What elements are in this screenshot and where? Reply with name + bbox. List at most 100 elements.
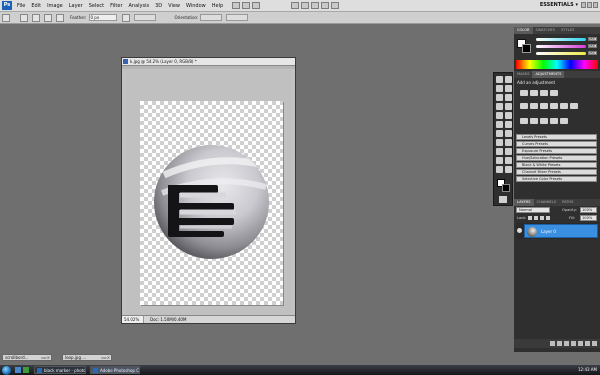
preset-exposure[interactable]: Exposure Presets	[516, 148, 597, 154]
blur-tool-icon[interactable]	[496, 130, 503, 137]
marquee-tool-icon[interactable]	[2, 13, 10, 22]
quicklaunch-icon-1[interactable]	[15, 367, 21, 373]
document-tab[interactable]: k.jpg @ 54.2% (Layer 0, RGB/8) *	[122, 58, 295, 66]
type-tool-icon[interactable]	[505, 139, 512, 146]
transparent-canvas[interactable]	[140, 101, 283, 305]
layer-mask-icon[interactable]	[564, 341, 569, 346]
menu-filter[interactable]: Filter	[107, 3, 125, 9]
tab-styles[interactable]: STYLES	[558, 27, 577, 34]
delete-layer-icon[interactable]	[592, 341, 597, 346]
path-select-icon[interactable]	[496, 148, 503, 155]
pen-tool-icon[interactable]	[496, 139, 503, 146]
tab-channels[interactable]: CHANNELS	[534, 199, 560, 206]
dodge-tool-icon[interactable]	[505, 130, 512, 137]
lock-all-icon[interactable]	[546, 216, 550, 220]
tab-masks[interactable]: MASKS	[514, 71, 532, 78]
clone-stamp-icon[interactable]	[496, 112, 503, 119]
menu-help[interactable]: Help	[209, 3, 226, 9]
brush-tool-icon[interactable]	[505, 103, 512, 110]
anti-alias-checkbox[interactable]	[122, 13, 131, 22]
brightness-contrast-icon[interactable]	[520, 90, 528, 96]
menu-layer[interactable]: Layer	[66, 3, 86, 9]
canvas-pasteboard[interactable]	[126, 70, 292, 315]
menu-analysis[interactable]: Analysis	[126, 3, 153, 9]
levels-icon[interactable]	[530, 90, 538, 96]
lasso-tool-icon[interactable]	[496, 85, 503, 92]
history-brush-icon[interactable]	[505, 112, 512, 119]
lock-position-icon[interactable]	[540, 216, 544, 220]
hand-tool-icon[interactable]	[496, 166, 503, 173]
menu-edit[interactable]: Edit	[28, 3, 44, 9]
black-white-icon[interactable]	[550, 103, 558, 109]
background-color-swatch[interactable]	[502, 184, 510, 192]
tab-color[interactable]: COLOR	[514, 27, 533, 34]
start-button[interactable]	[2, 365, 11, 375]
yellow-value[interactable]: 255	[588, 51, 597, 55]
minimize-icon[interactable]	[581, 2, 586, 8]
menu-image[interactable]: Image	[44, 3, 66, 9]
threshold-icon[interactable]	[540, 118, 548, 124]
3d-rotate-icon[interactable]	[496, 157, 503, 164]
adjustment-layer-icon[interactable]	[571, 341, 576, 346]
maximize-icon[interactable]	[587, 2, 592, 8]
doc-info[interactable]: Doc: 1.50M/0.40M	[144, 317, 186, 322]
rotate-view-icon[interactable]	[311, 2, 320, 9]
curves-icon[interactable]	[540, 90, 548, 96]
preset-black-white[interactable]: Black & White Presets	[516, 162, 597, 168]
lock-transparency-icon[interactable]	[528, 216, 532, 220]
invert-icon[interactable]	[520, 118, 528, 124]
layer-visibility-eye-icon[interactable]	[517, 228, 522, 233]
new-layer-icon[interactable]	[585, 341, 590, 346]
orientation-button-2[interactable]	[226, 14, 249, 21]
shape-tool-icon[interactable]	[505, 148, 512, 155]
quick-select-tool-icon[interactable]	[505, 85, 512, 92]
layer-style-icon[interactable]	[557, 341, 562, 346]
menu-3d[interactable]: 3D	[152, 3, 165, 9]
channel-mixer-icon[interactable]	[570, 103, 578, 109]
tab-swatches[interactable]: SWATCHES	[533, 27, 559, 34]
minimized-window-2[interactable]: loop.jpg ... ▫▫×	[62, 354, 112, 361]
zoom-field[interactable]: 54.02%	[122, 316, 144, 323]
feather-input[interactable]: 0 px	[89, 14, 118, 21]
exposure-icon[interactable]	[550, 90, 558, 96]
bridge-icon[interactable]	[232, 2, 241, 9]
marquee-tool-icon[interactable]	[505, 76, 512, 83]
orientation-button-1[interactable]	[200, 14, 223, 21]
fill-input[interactable]: 100%	[580, 215, 597, 221]
style-dropdown[interactable]	[134, 14, 157, 21]
zoom-tool-icon[interactable]	[301, 2, 310, 9]
screen-mode-icon[interactable]	[331, 2, 340, 9]
cyan-slider[interactable]	[536, 38, 586, 41]
selective-color-icon[interactable]	[560, 118, 568, 124]
color-bg-swatch[interactable]	[522, 44, 531, 53]
close-icon[interactable]	[593, 2, 598, 8]
eraser-tool-icon[interactable]	[496, 121, 503, 128]
task-photoshop[interactable]: Adobe Photoshop C...	[90, 366, 140, 374]
task-black-marker[interactable]: black marker - photo...	[34, 366, 86, 374]
yellow-slider[interactable]	[536, 52, 586, 55]
arrange-documents-icon[interactable]	[321, 2, 330, 9]
magenta-slider[interactable]	[536, 45, 586, 48]
quicklaunch-icon-2[interactable]	[23, 367, 29, 373]
3d-orbit-icon[interactable]	[505, 157, 512, 164]
subtract-selection-icon[interactable]	[44, 13, 52, 22]
tab-paths[interactable]: PATHS	[559, 199, 576, 206]
eyedropper-tool-icon[interactable]	[505, 94, 512, 101]
new-selection-icon[interactable]	[20, 13, 28, 22]
magenta-value[interactable]: 255	[588, 44, 597, 48]
menu-select[interactable]: Select	[86, 3, 107, 9]
lock-pixels-icon[interactable]	[534, 216, 538, 220]
document-close-icon[interactable]	[123, 59, 128, 64]
zoom-tool-icon[interactable]	[505, 166, 512, 173]
color-balance-icon[interactable]	[540, 103, 548, 109]
opacity-input[interactable]: 100%	[580, 207, 597, 213]
preset-hue-saturation[interactable]: Hue/Saturation Presets	[516, 155, 597, 161]
minimized-window-buttons[interactable]: ▫▫×	[41, 355, 51, 360]
crop-tool-icon[interactable]	[496, 94, 503, 101]
workspace-switcher[interactable]: ESSENTIALS ▾	[540, 2, 578, 8]
blend-mode-select[interactable]: Normal	[516, 207, 550, 213]
color-spectrum-bar[interactable]	[516, 60, 598, 69]
menu-view[interactable]: View	[165, 3, 183, 9]
preset-channel-mixer[interactable]: Channel Mixer Presets	[516, 169, 597, 175]
vibrance-icon[interactable]	[520, 103, 528, 109]
